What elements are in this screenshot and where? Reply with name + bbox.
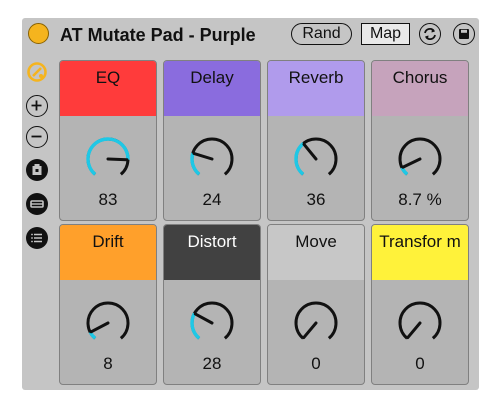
macro-move[interactable]: Move 0 — [267, 224, 365, 385]
macro-eq[interactable]: EQ 83 — [59, 60, 157, 221]
macro-knob[interactable] — [392, 131, 448, 187]
knob-track — [294, 301, 338, 340]
macro-value: 8.7 % — [398, 190, 442, 209]
knob-value-arc — [86, 137, 130, 176]
macro-knob[interactable] — [184, 295, 240, 351]
knob-track — [190, 137, 234, 176]
rand-button[interactable]: Rand — [291, 23, 352, 45]
macro-label: Chorus — [372, 61, 468, 116]
macro-value: 83 — [98, 190, 118, 209]
macro-label: Move — [268, 225, 364, 280]
macro-delay[interactable]: Delay 24 — [163, 60, 261, 221]
macro-knob[interactable] — [288, 295, 344, 351]
knob-needle — [89, 321, 110, 334]
device-panel: AT Mutate Pad - Purple Rand Map EQ 83 De… — [22, 18, 479, 390]
device-sidebar — [22, 58, 56, 258]
macro-knob[interactable] — [80, 131, 136, 187]
macro-knob[interactable] — [288, 131, 344, 187]
save-icon[interactable] — [453, 23, 475, 45]
macro-value: 0 — [415, 354, 425, 373]
zoom-out-icon[interactable] — [26, 126, 48, 148]
macro-distort[interactable]: Distort 28 — [163, 224, 261, 385]
knob-needle — [302, 321, 318, 340]
macro-label: Drift — [60, 225, 156, 280]
knob-track — [398, 137, 442, 176]
macro-value: 36 — [306, 190, 326, 209]
device-title: AT Mutate Pad - Purple — [60, 25, 256, 45]
macro-label: Delay — [164, 61, 260, 116]
variations-icon[interactable] — [26, 193, 48, 215]
macro-knob[interactable] — [392, 295, 448, 351]
macro-transform[interactable]: Transfor m 0 — [371, 224, 469, 385]
knob-value-arc — [294, 142, 305, 176]
macro-drift[interactable]: Drift 8 — [59, 224, 157, 385]
macro-chorus[interactable]: Chorus 8.7 % — [371, 60, 469, 221]
knob-track — [190, 301, 234, 340]
macro-value: 8 — [103, 354, 113, 373]
macro-label: Reverb — [268, 61, 364, 116]
knob-value-arc — [190, 152, 201, 176]
macro-value: 24 — [202, 190, 222, 209]
device-header: AT Mutate Pad - Purple Rand Map — [22, 18, 479, 51]
knob-needle — [106, 157, 129, 162]
knob-needle — [401, 157, 422, 169]
knob-track — [86, 301, 130, 340]
knob-needle — [302, 142, 318, 161]
zoom-in-icon[interactable] — [26, 95, 48, 117]
knob-needle — [192, 151, 214, 161]
macro-reverb[interactable]: Reverb 36 — [267, 60, 365, 221]
macro-label: EQ — [60, 61, 156, 116]
macro-label: Distort — [164, 225, 260, 280]
list-icon[interactable] — [26, 227, 48, 249]
macro-knob[interactable] — [80, 295, 136, 351]
knob-needle — [406, 321, 422, 340]
macro-knob[interactable] — [184, 131, 240, 187]
macro-value: 0 — [311, 354, 321, 373]
knob-needle — [193, 312, 214, 325]
device-power-button[interactable] — [28, 23, 49, 44]
hot-swap-icon[interactable] — [26, 61, 48, 83]
map-button[interactable]: Map — [361, 23, 410, 45]
macro-value: 28 — [202, 354, 222, 373]
macro-label: Transfor m — [372, 225, 468, 280]
knob-value-arc — [190, 312, 201, 340]
clipboard-icon[interactable] — [26, 159, 48, 181]
knob-track — [398, 301, 442, 340]
refresh-icon[interactable] — [419, 23, 441, 45]
